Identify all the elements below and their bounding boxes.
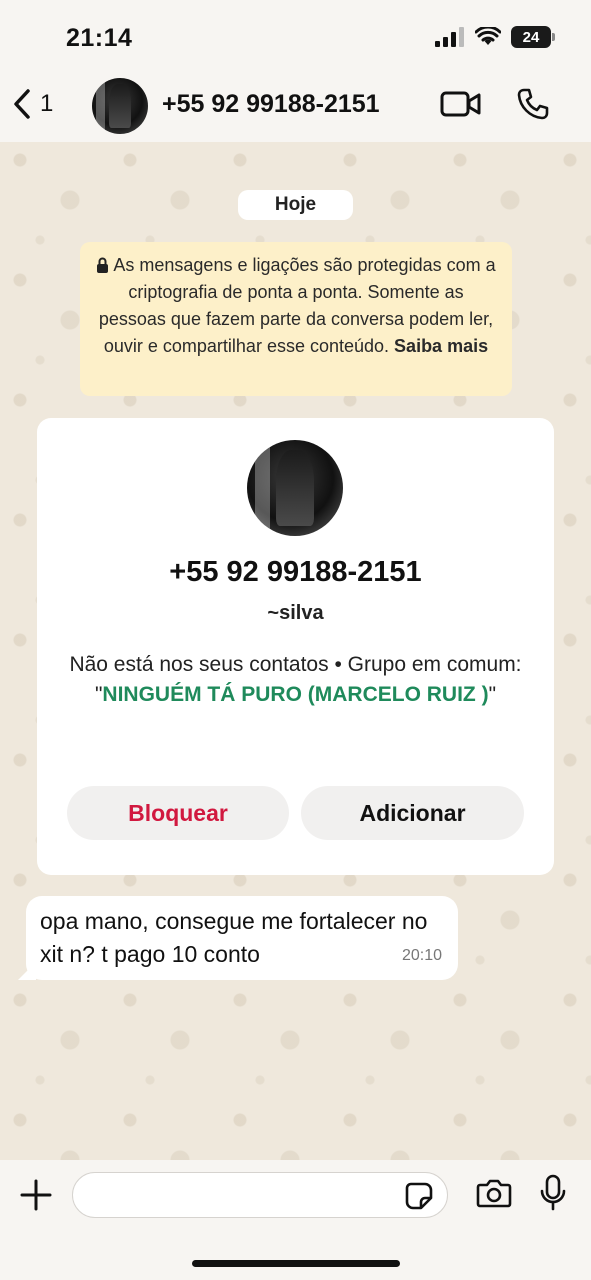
camera-icon <box>476 1178 512 1208</box>
voice-message-button[interactable] <box>540 1174 566 1212</box>
plus-icon <box>19 1178 53 1212</box>
sticker-button[interactable] <box>405 1182 433 1210</box>
lock-icon <box>96 257 109 273</box>
avatar[interactable] <box>92 78 148 134</box>
home-indicator <box>192 1260 400 1267</box>
message-input[interactable] <box>72 1172 448 1218</box>
contact-avatar[interactable] <box>247 440 343 536</box>
unread-count: 1 <box>40 90 54 117</box>
block-button[interactable]: Bloquear <box>67 786 289 840</box>
common-group-suffix: " <box>488 683 497 706</box>
composer-bar <box>0 1160 591 1280</box>
video-call-button[interactable] <box>440 90 482 118</box>
add-contact-button[interactable]: Adicionar <box>301 786 524 840</box>
contact-info-card: +55 92 99188-2151 ~silva Não está nos se… <box>37 418 554 875</box>
voice-call-button[interactable] <box>516 87 550 121</box>
chat-header: 1 +55 92 99188-2151 <box>0 70 591 142</box>
status-time: 21:14 <box>66 24 133 52</box>
status-icons: 24 <box>435 26 555 48</box>
encryption-notice[interactable]: As mensagens e ligações são protegidas c… <box>80 242 512 396</box>
contact-nickname: ~silva <box>267 602 324 624</box>
camera-button[interactable] <box>476 1178 512 1208</box>
message-text: opa mano, consegue me fortalecer no xit … <box>40 908 428 967</box>
date-separator: Hoje <box>238 190 353 220</box>
chevron-left-icon <box>12 88 32 120</box>
microphone-icon <box>540 1174 566 1212</box>
phone-icon <box>516 87 550 121</box>
video-camera-icon <box>440 90 482 118</box>
attach-button[interactable] <box>19 1178 53 1212</box>
contact-phone: +55 92 99188-2151 <box>169 556 422 588</box>
wifi-icon <box>475 27 501 47</box>
chat-title[interactable]: +55 92 99188-2151 <box>162 90 380 119</box>
battery-icon: 24 <box>511 26 555 48</box>
signal-icon <box>435 27 465 47</box>
status-bar: 21:14 24 <box>0 0 591 70</box>
learn-more-link[interactable]: Saiba mais <box>394 336 488 356</box>
common-group-info: Não está nos seus contatos • Grupo em co… <box>67 650 524 710</box>
back-button[interactable]: 1 <box>12 88 53 120</box>
incoming-message[interactable]: opa mano, consegue me fortalecer no xit … <box>26 896 458 980</box>
message-time: 20:10 <box>401 947 442 964</box>
sticker-icon <box>405 1182 433 1210</box>
common-group-link[interactable]: NINGUÉM TÁ PURO (MARCELO RUIZ ) <box>102 683 488 706</box>
